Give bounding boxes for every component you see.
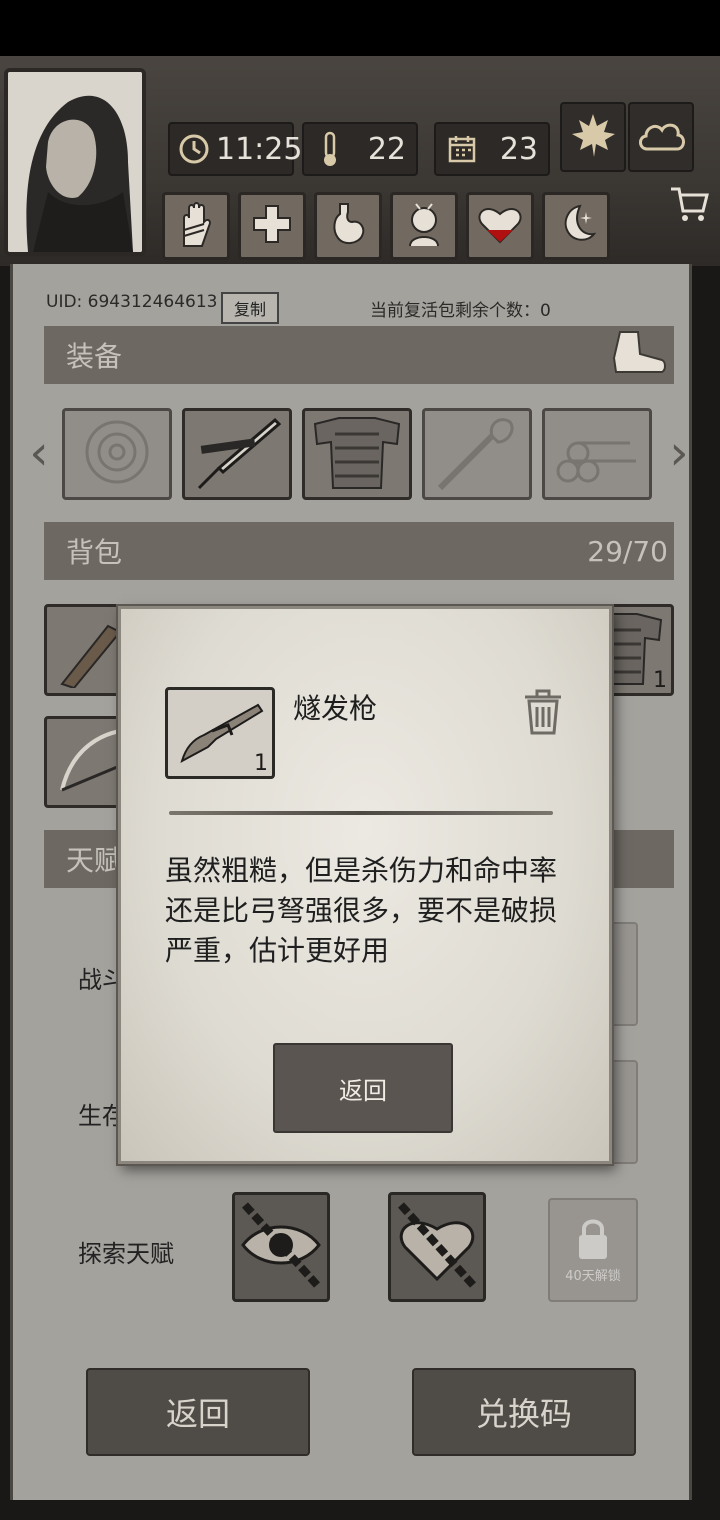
head-pain-icon — [402, 200, 446, 252]
heart-icon — [476, 202, 524, 250]
armor-vest-icon — [309, 412, 405, 496]
backpack-capacity: 29/70 — [587, 534, 668, 568]
item-count: 1 — [254, 751, 268, 776]
item-description: 虽然粗糙，但是杀伤力和命中率还是比弓弩强很多，要不是破损严重，估计更好用 — [165, 854, 558, 967]
lock-text: 40天解锁 — [565, 1268, 621, 1284]
shop-cart-button[interactable] — [664, 180, 714, 230]
status-bar — [0, 0, 720, 56]
stomach-icon — [326, 200, 370, 252]
explore-talent-label: 探索天赋 — [78, 1240, 174, 1268]
equipment-title: 装备 — [66, 340, 123, 373]
day-value: 23 — [499, 131, 538, 167]
uid-label: UID: 694312464613 — [46, 292, 218, 312]
temperature-display: 22 — [302, 122, 418, 176]
sleep-status-button[interactable] — [542, 192, 610, 260]
moon-star-icon — [554, 202, 598, 250]
heart-status-button[interactable] — [466, 192, 534, 260]
weather-button[interactable] — [628, 102, 694, 172]
explore-talent-eye[interactable] — [232, 1192, 330, 1302]
calendar-icon — [444, 131, 480, 167]
back-button[interactable]: 返回 — [86, 1368, 310, 1456]
explore-talent-heart[interactable] — [388, 1192, 486, 1302]
thermometer-icon — [312, 131, 348, 167]
item-preview-slot: 1 — [165, 687, 275, 779]
discard-button[interactable] — [521, 687, 565, 737]
boot-icon — [608, 328, 674, 383]
katana-icon — [189, 412, 285, 496]
revive-pack-count: 当前复活包剩余个数：0 — [370, 301, 551, 321]
clock-icon — [178, 131, 210, 167]
day-display: 23 — [434, 122, 550, 176]
backpack-header: 背包 29/70 — [44, 522, 674, 580]
character-avatar[interactable] — [4, 68, 146, 256]
logs-icon — [552, 417, 642, 491]
backpack-title: 背包 — [66, 536, 123, 569]
equip-prev-arrow[interactable]: ‹ — [26, 408, 52, 498]
time-value: 11:25 — [216, 131, 303, 167]
cloud-icon — [635, 115, 687, 159]
hunger-status-button[interactable] — [314, 192, 382, 260]
season-button[interactable] — [560, 102, 626, 172]
equipment-header: 装备 — [44, 326, 674, 384]
injury-status-button[interactable] — [162, 192, 230, 260]
clock-display: 11:25 — [168, 122, 302, 176]
dialog-back-button[interactable]: 返回 — [273, 1043, 453, 1133]
redeem-code-button[interactable]: 兑换码 — [412, 1368, 636, 1456]
chained-eye-icon — [239, 1197, 323, 1297]
equip-next-arrow[interactable]: › — [666, 408, 692, 498]
bandaged-hand-icon — [174, 200, 218, 252]
equip-slot-4[interactable] — [422, 408, 532, 500]
item-name: 燧发枪 — [293, 692, 378, 725]
mood-status-button[interactable] — [390, 192, 458, 260]
health-status-button[interactable] — [238, 192, 306, 260]
target-icon — [82, 417, 152, 491]
equip-slot-1[interactable] — [62, 408, 172, 500]
copy-uid-button[interactable]: 复制 — [221, 292, 279, 324]
divider — [169, 811, 553, 815]
padlock-icon — [576, 1217, 610, 1265]
equip-slot-5[interactable] — [542, 408, 652, 500]
chained-heart-icon — [395, 1197, 479, 1297]
shopping-cart-icon — [667, 181, 711, 229]
torch-icon — [432, 412, 522, 496]
maple-leaf-icon — [568, 110, 618, 164]
equip-slot-2[interactable] — [182, 408, 292, 500]
explore-talent-lock: 40天解锁 — [548, 1198, 638, 1302]
medical-cross-icon — [250, 202, 294, 250]
slot-count: 1 — [653, 668, 667, 693]
equip-slot-3[interactable] — [302, 408, 412, 500]
temperature-value: 22 — [367, 131, 406, 167]
item-detail-dialog: 1 燧发枪 虽然粗糙，但是杀伤力和命中率还是比弓弩强很多，要不是破损严重，估计更… — [118, 606, 612, 1164]
trash-icon — [521, 689, 565, 741]
